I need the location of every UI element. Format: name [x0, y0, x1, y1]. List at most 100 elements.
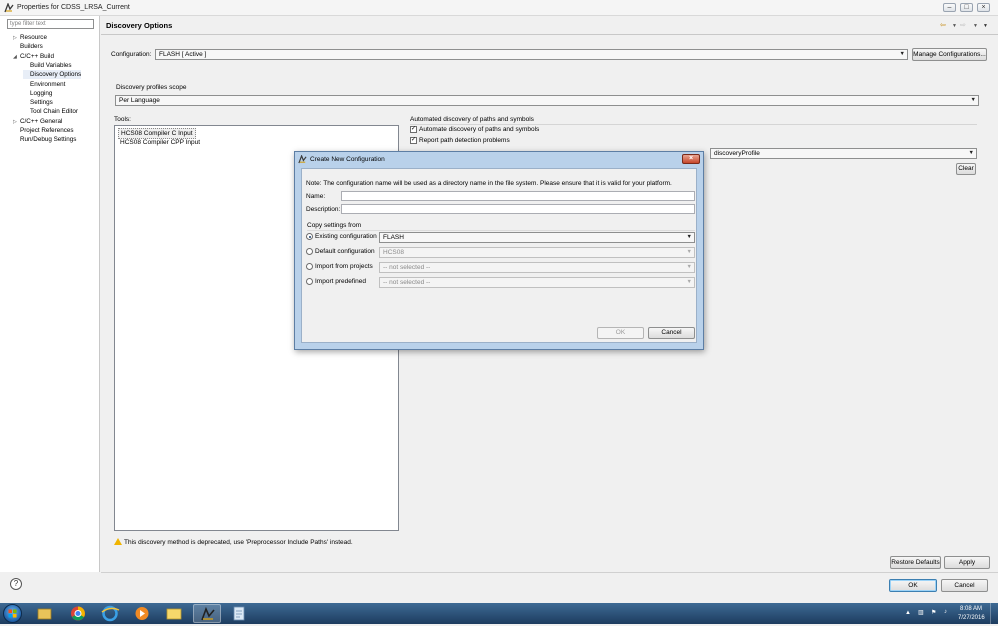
- default-configuration-radio[interactable]: Default configuration: [306, 248, 375, 255]
- import-projects-select: -- not selected -- ▼: [379, 262, 695, 273]
- close-icon[interactable]: ×: [682, 154, 700, 164]
- chevron-down-icon: ▼: [686, 279, 692, 285]
- close-window-button[interactable]: ×: [977, 3, 990, 12]
- cancel-button[interactable]: Cancel: [941, 579, 988, 592]
- forward-menu-icon[interactable]: ▼: [973, 23, 978, 29]
- show-desktop-button[interactable]: [990, 603, 998, 624]
- name-input[interactable]: [341, 191, 695, 201]
- filter-input[interactable]: type filter text: [7, 19, 94, 29]
- name-label: Name:: [306, 193, 326, 200]
- discovery-profile-select[interactable]: discoveryProfile ▼: [710, 148, 977, 159]
- sidebar-item-label: Tool Chain Editor: [30, 108, 78, 116]
- sidebar-item-builders[interactable]: Builders: [13, 42, 43, 51]
- ok-button[interactable]: OK: [889, 579, 937, 592]
- checkbox-checked-icon: ✓: [410, 126, 417, 133]
- radio-unselected-icon: [306, 248, 313, 255]
- manage-configurations-button[interactable]: Manage Configurations...: [912, 48, 987, 61]
- chrome-taskbar-icon[interactable]: [64, 604, 92, 623]
- chevron-down-icon: ▼: [686, 234, 692, 240]
- footer-separator: [101, 572, 998, 573]
- expand-toggle-icon[interactable]: ◢: [13, 53, 20, 62]
- windows-taskbar: ▲ ▥ ⚑ ♪ 8:08 AM 7/27/2016: [0, 603, 998, 624]
- file-explorer-taskbar-icon[interactable]: [30, 604, 58, 623]
- import-projects-radio[interactable]: Import from projects: [306, 263, 373, 270]
- sidebar-item-tool-chain-editor[interactable]: Tool Chain Editor: [23, 107, 78, 116]
- tray-time[interactable]: 8:08 AM: [960, 606, 982, 612]
- sidebar-item-label: Run/Debug Settings: [20, 136, 77, 144]
- radio-unselected-icon: [306, 278, 313, 285]
- sidebar-item-run-debug-settings[interactable]: Run/Debug Settings: [13, 135, 76, 144]
- dialog-cancel-button[interactable]: Cancel: [648, 327, 695, 339]
- list-item[interactable]: HCS08 Compiler CPP Input: [118, 138, 202, 147]
- auto-discovery-group-label: Automated discovery of paths and symbols: [410, 116, 534, 123]
- default-configuration-value: HCS08: [383, 249, 404, 256]
- sidebar-item-project-references[interactable]: Project References: [13, 126, 74, 135]
- discovery-profile-value: discoveryProfile: [714, 150, 760, 157]
- forward-arrow-icon[interactable]: ⇨: [960, 21, 966, 29]
- chevron-down-icon: ▼: [686, 249, 692, 255]
- dialog-title: Create New Configuration: [310, 156, 385, 163]
- volume-icon[interactable]: ♪: [944, 609, 947, 615]
- existing-configuration-select[interactable]: FLASH ▼: [379, 232, 695, 243]
- configuration-value: FLASH [ Active ]: [159, 51, 207, 58]
- group-separator: [410, 124, 977, 125]
- start-button[interactable]: [3, 604, 22, 623]
- default-configuration-select: HCS08 ▼: [379, 247, 695, 258]
- sidebar-item-c-c-general[interactable]: ▷ C/C++ General: [13, 117, 62, 126]
- internet-explorer-taskbar-icon[interactable]: [96, 604, 124, 623]
- sidebar-item-resource[interactable]: ▷ Resource: [13, 33, 47, 42]
- copy-settings-label: Copy settings from: [307, 222, 362, 229]
- sidebar-item-label: Environment: [30, 80, 66, 88]
- report-problems-checkbox[interactable]: ✓ Report path detection problems: [410, 137, 510, 144]
- group-separator: [307, 230, 695, 231]
- deprecation-warning: This discovery method is deprecated, use…: [124, 539, 353, 546]
- sidebar-item-label: C/C++ General: [20, 117, 63, 125]
- profiles-scope-select[interactable]: Per Language ▼: [115, 95, 979, 106]
- minimize-button[interactable]: –: [943, 3, 956, 12]
- sidebar-item-logging[interactable]: Logging: [23, 89, 52, 98]
- action-center-icon[interactable]: ⚑: [931, 609, 936, 616]
- dialog-ok-button[interactable]: OK: [597, 327, 644, 339]
- automate-discovery-checkbox[interactable]: ✓ Automate discovery of paths and symbols: [410, 126, 539, 133]
- back-arrow-icon[interactable]: ⇦: [940, 21, 946, 29]
- notepad-taskbar-icon[interactable]: [225, 604, 253, 623]
- sidebar-item-discovery-options[interactable]: Discovery Options: [23, 70, 82, 80]
- tray-date[interactable]: 7/27/2016: [958, 615, 985, 621]
- view-menu-icon[interactable]: ▼: [983, 23, 988, 29]
- clear-button[interactable]: Clear: [956, 163, 976, 175]
- sidebar-item-label: C/C++ Build: [20, 52, 54, 60]
- description-input[interactable]: [341, 204, 695, 214]
- restore-defaults-button[interactable]: Restore Defaults: [890, 556, 941, 569]
- existing-configuration-radio[interactable]: Existing configuration: [306, 233, 377, 240]
- profiles-scope-label: Discovery profiles scope: [116, 84, 187, 91]
- tray-expand-icon[interactable]: ▲: [905, 610, 911, 616]
- sidebar-item-c-c-build[interactable]: ◢ C/C++ Build: [13, 52, 54, 61]
- help-icon[interactable]: ?: [10, 578, 22, 590]
- existing-configuration-label: Existing configuration: [315, 233, 377, 241]
- folder-taskbar-icon[interactable]: [160, 604, 188, 623]
- app-icon: [4, 3, 14, 13]
- sidebar-item-label: Project References: [20, 127, 74, 134]
- import-predefined-radio[interactable]: Import predefined: [306, 278, 366, 285]
- apply-button[interactable]: Apply: [944, 556, 990, 569]
- window-title: Properties for CDSS_LRSA_Current: [17, 4, 130, 11]
- profiles-scope-value: Per Language: [119, 97, 160, 104]
- radio-unselected-icon: [306, 263, 313, 270]
- configuration-select[interactable]: FLASH [ Active ] ▼: [155, 49, 908, 60]
- codewarrior-taskbar-icon[interactable]: [193, 604, 221, 623]
- create-configuration-dialog: Create New Configuration × Note: The con…: [294, 151, 704, 350]
- back-menu-icon[interactable]: ▼: [952, 23, 957, 29]
- page-title: Discovery Options: [106, 21, 173, 30]
- sidebar-item-build-variables[interactable]: Build Variables: [23, 61, 72, 70]
- chevron-down-icon: ▼: [686, 264, 692, 270]
- sidebar-item-settings[interactable]: Settings: [23, 98, 53, 107]
- default-configuration-label: Default configuration: [315, 248, 375, 256]
- sidebar-item-label: Build Variables: [30, 61, 72, 69]
- tools-label: Tools:: [114, 116, 131, 123]
- header-separator: [101, 34, 998, 35]
- maximize-button[interactable]: □: [960, 3, 973, 12]
- sidebar-item-environment[interactable]: Environment: [23, 80, 65, 89]
- media-player-taskbar-icon[interactable]: [128, 604, 156, 623]
- radio-selected-icon: [306, 233, 313, 240]
- network-icon[interactable]: ▥: [918, 609, 924, 616]
